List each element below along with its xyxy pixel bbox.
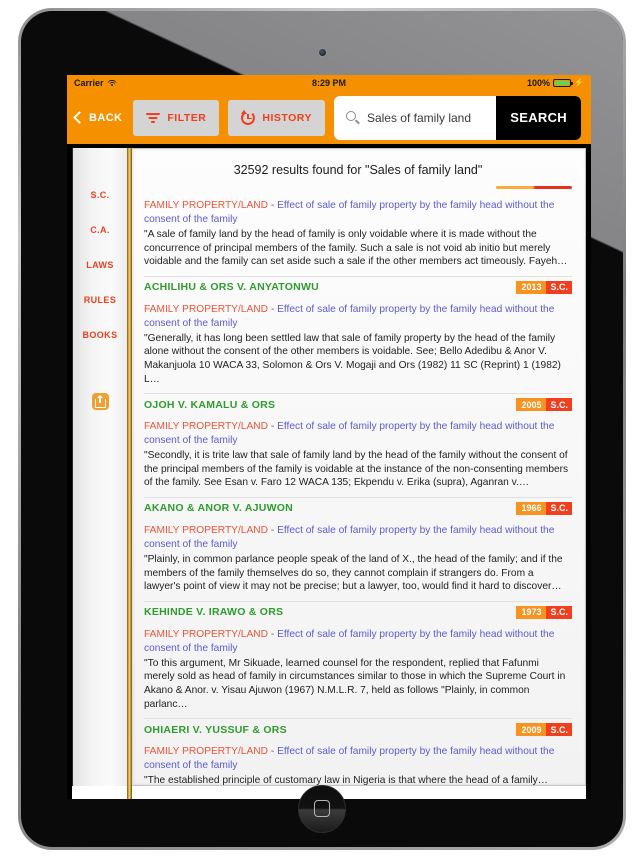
result-category: FAMILY PROPERTY/LAND (144, 421, 268, 433)
court-badge: S.C. (546, 280, 572, 294)
case-title[interactable]: ACHILIHU & ORS V. ANYATONWU (144, 281, 319, 293)
search-button[interactable]: SEARCH (496, 95, 581, 140)
search-icon (345, 111, 360, 125)
result-tag-line: FAMILY PROPERTY/LAND - Effect of sale of… (144, 628, 572, 656)
front-camera-icon (319, 49, 326, 56)
result-entry-header: ACHILIHU & ORS V. ANYATONWU 2013 S.C. (144, 280, 572, 294)
case-title[interactable]: KEHINDE V. IRAWO & ORS (144, 606, 283, 618)
category-sidebar: S.C. C.A. LAWS RULES BOOKS (72, 148, 127, 786)
year-badge: 2005 (516, 398, 547, 412)
result-entry[interactable]: ACHILIHU & ORS V. ANYATONWU 2013 S.C. FA… (144, 277, 572, 395)
court-badge: S.C. (546, 723, 572, 737)
result-category: FAMILY PROPERTY/LAND (144, 303, 268, 315)
result-category: FAMILY PROPERTY/LAND (144, 200, 268, 211)
scroll-progress-indicator[interactable] (496, 186, 572, 189)
result-entry[interactable]: OHIAERI V. YUSSUF & ORS 2009 S.C. FAMILY… (144, 719, 572, 786)
result-entry[interactable]: OJOH V. KAMALU & ORS 2005 S.C. FAMILY PR… (144, 394, 572, 498)
result-snippet: "Plainly, in common parlance people spea… (144, 553, 563, 593)
filter-button-label: FILTER (167, 111, 207, 124)
book-binding-bottom (127, 786, 132, 799)
case-badges: 2013 S.C. (516, 280, 572, 294)
filter-icon (146, 112, 161, 124)
result-separator: - (270, 628, 275, 640)
battery-icon (553, 78, 574, 88)
home-button[interactable] (298, 785, 346, 833)
export-upload-icon[interactable] (91, 393, 109, 410)
chevron-left-icon (73, 111, 86, 124)
result-category: FAMILY PROPERTY/LAND (144, 746, 268, 758)
case-title[interactable]: OJOH V. KAMALU & ORS (144, 399, 275, 411)
result-separator: - (270, 200, 275, 211)
result-separator: - (270, 421, 275, 433)
case-badges: 2005 S.C. (516, 398, 572, 412)
result-tag-line: FAMILY PROPERTY/LAND - Effect of sale of… (144, 745, 572, 773)
results-page: 32592 results found for "Sales of family… (132, 148, 586, 786)
sidebar-item-books[interactable]: BOOKS (82, 330, 117, 340)
case-badges: 2009 S.C. (516, 723, 572, 737)
result-snippet: "A sale of family land by the head of fa… (144, 229, 568, 268)
status-bar-time: 8:29 PM (311, 78, 346, 88)
back-button-label: BACK (89, 111, 123, 124)
result-snippet: "Generally, it has long been settled law… (144, 332, 561, 385)
result-tag-line: FAMILY PROPERTY/LAND - Effect of sale of… (144, 420, 572, 448)
app-toolbar: BACK FILTER HISTORY Sales of family land (67, 91, 591, 144)
result-entry[interactable]: AKANO & ANOR V. AJUWON 1966 S.C. FAMILY … (144, 498, 572, 602)
result-entry-header: OHIAERI V. YUSSUF & ORS 2009 S.C. (144, 723, 572, 737)
back-button[interactable]: BACK (73, 111, 124, 124)
result-category: FAMILY PROPERTY/LAND (144, 628, 268, 640)
court-badge: S.C. (546, 501, 572, 515)
result-tag-line: FAMILY PROPERTY/LAND - Effect of sale of… (144, 199, 572, 227)
result-separator: - (270, 746, 275, 758)
results-header: 32592 results found for "Sales of family… (233, 163, 483, 177)
result-tag-line: FAMILY PROPERTY/LAND - Effect of sale of… (144, 303, 572, 331)
search-input[interactable]: Sales of family land (367, 111, 496, 125)
history-button-label: HISTORY (262, 111, 312, 124)
result-entry[interactable]: FAMILY PROPERTY/LAND - Effect of sale of… (144, 195, 572, 277)
book-inner: S.C. C.A. LAWS RULES BOOKS 32592 results… (72, 148, 586, 786)
result-entry[interactable]: KEHINDE V. IRAWO & ORS 1973 S.C. FAMILY … (144, 602, 572, 720)
result-tag-line: FAMILY PROPERTY/LAND - Effect of sale of… (144, 524, 572, 552)
device-body: Carrier 8:29 PM 100% ⚡ BACK FILTER HISTO… (21, 11, 623, 847)
sidebar-item-sc[interactable]: S.C. (90, 190, 109, 200)
result-entry-header: KEHINDE V. IRAWO & ORS 1973 S.C. (144, 605, 572, 619)
year-badge: 2009 (516, 723, 547, 737)
home-square-icon (314, 800, 330, 817)
case-badges: 1966 S.C. (516, 501, 572, 515)
search-bar[interactable]: Sales of family land SEARCH (333, 95, 581, 140)
result-snippet: "The established principle of customary … (144, 775, 548, 786)
year-badge: 2013 (516, 280, 547, 294)
sidebar-item-rules[interactable]: RULES (84, 295, 117, 305)
result-category: FAMILY PROPERTY/LAND (144, 524, 268, 536)
history-clock-icon (241, 109, 256, 125)
filter-button[interactable]: FILTER (133, 99, 220, 136)
tablet-device-frame: Carrier 8:29 PM 100% ⚡ BACK FILTER HISTO… (18, 8, 626, 850)
result-separator: - (270, 524, 275, 536)
case-title[interactable]: AKANO & ANOR V. AJUWON (144, 502, 293, 514)
year-badge: 1966 (516, 501, 547, 515)
case-title[interactable]: OHIAERI V. YUSSUF & ORS (144, 724, 287, 736)
result-entry-header: OJOH V. KAMALU & ORS 2005 S.C. (144, 398, 572, 412)
book-container: S.C. C.A. LAWS RULES BOOKS 32592 results… (67, 144, 591, 799)
court-badge: S.C. (546, 398, 572, 412)
app-screen: Carrier 8:29 PM 100% ⚡ BACK FILTER HISTO… (67, 75, 591, 799)
year-badge: 1973 (516, 605, 547, 619)
status-bar: Carrier 8:29 PM 100% ⚡ (67, 75, 591, 91)
sidebar-item-ca[interactable]: C.A. (90, 225, 110, 235)
case-badges: 1973 S.C. (516, 605, 572, 619)
court-badge: S.C. (546, 605, 572, 619)
history-button[interactable]: HISTORY (228, 99, 325, 136)
result-snippet: "Secondly, it is trite law that sale of … (144, 450, 569, 489)
sidebar-item-laws[interactable]: LAWS (86, 260, 114, 270)
result-separator: - (270, 303, 275, 315)
result-snippet: "To this argument, Mr Sikuade, learned c… (144, 657, 566, 710)
result-entry-header: AKANO & ANOR V. AJUWON 1966 S.C. (144, 501, 572, 515)
